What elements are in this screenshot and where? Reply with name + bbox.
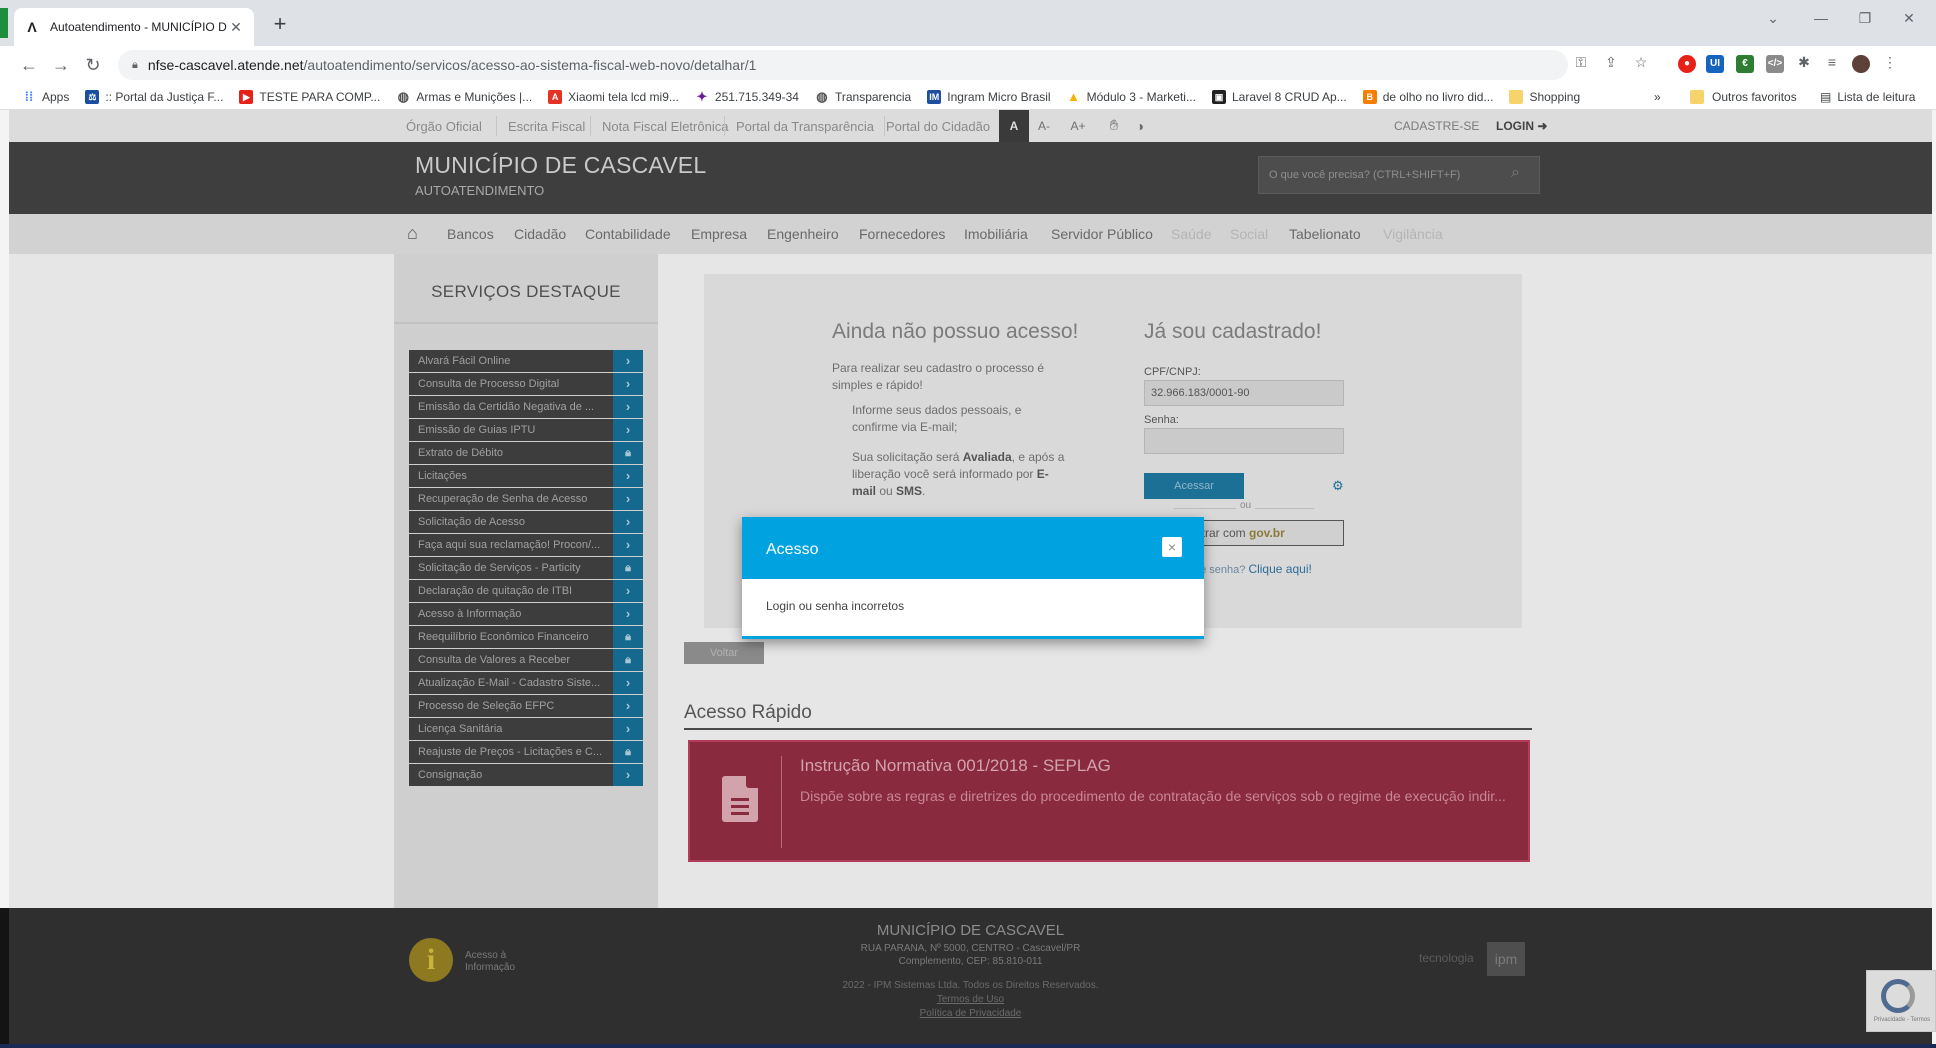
other-favorites-folder[interactable]: Outros favoritos — [1690, 84, 1797, 110]
lock-icon: 🔒︎ — [132, 58, 138, 71]
close-window-button[interactable]: ✕ — [1894, 10, 1924, 27]
profile-avatar[interactable] — [1852, 55, 1870, 73]
bookmark-label: :: Portal da Justiça F... — [105, 89, 224, 104]
browser-tab-active[interactable]: Λ Autoatendimento - MUNICÍPIO D ✕ — [14, 8, 254, 46]
bookmark-item[interactable]: ▲ Módulo 3 - Marketi... — [1067, 88, 1196, 104]
tab-close-icon[interactable]: ✕ — [228, 19, 244, 36]
bookmarks-bar: ⁞⁞ Apps ⚖:: Portal da Justiça F... ▶ TESTE… — [0, 84, 1936, 110]
tab-search-icon[interactable]: ⌄ — [1758, 10, 1788, 27]
star-bookmark-icon[interactable]: ☆ — [1631, 54, 1651, 71]
globe-icon: ◍ — [816, 88, 828, 104]
share-icon[interactable]: ⇪ — [1601, 54, 1621, 71]
reading-list-label: Lista de leitura — [1837, 90, 1916, 104]
bookmark-label: Armas e Munições |... — [416, 89, 533, 104]
extension-green-icon[interactable]: € — [1736, 55, 1754, 73]
youtube-icon: ▶ — [239, 89, 254, 104]
extensions-puzzle-icon[interactable]: ✱ — [1794, 54, 1814, 71]
minimize-button[interactable]: — — [1806, 10, 1836, 26]
folder-icon — [1509, 89, 1524, 104]
forward-arrow-icon[interactable]: → — [50, 54, 72, 76]
bookmark-label: Ingram Micro Brasil — [947, 89, 1051, 104]
bookmark-label: de olho no livro did... — [1382, 89, 1494, 104]
bookmark-apps[interactable]: ⁞⁞ Apps — [22, 88, 70, 104]
bookmark-item[interactable]: ✦ 251.715.349-34 — [695, 88, 799, 104]
modal-header: Acesso × — [742, 517, 1204, 579]
aliexpress-icon: A — [548, 89, 563, 104]
bookmark-label: Transparencia — [834, 89, 912, 104]
bookmark-item[interactable]: A Xiaomi tela lcd mi9... — [548, 89, 679, 104]
reading-list-button[interactable]: ▤ Lista de leitura — [1820, 84, 1915, 110]
bookmark-label: Xiaomi tela lcd mi9... — [568, 89, 679, 104]
page-viewport: Órgão Oficial Escrita Fiscal Nota Fiscal… — [0, 110, 1936, 1048]
extension-ui-icon[interactable]: UI — [1706, 55, 1724, 73]
taskbar-edge — [0, 1044, 1936, 1048]
bookmark-label: 251.715.349-34 — [714, 89, 799, 104]
bookmark-item[interactable]: Shopping — [1509, 89, 1581, 104]
bookmark-item[interactable]: IM Ingram Micro Brasil — [927, 89, 1051, 104]
url-path: /autoatendimento/servicos/acesso-ao-sist… — [303, 57, 757, 73]
globe-icon: ◍ — [397, 88, 410, 104]
tab-strip: Λ Autoatendimento - MUNICÍPIO D ✕ + ⌄ — … — [0, 0, 1936, 46]
restore-button[interactable]: ❐ — [1850, 10, 1880, 27]
menu-dots-icon[interactable]: ⋮ — [1880, 54, 1900, 71]
bookmark-label: Laravel 8 CRUD Ap... — [1231, 89, 1347, 104]
reading-list-icon: ▤ — [1820, 90, 1832, 104]
bookmark-label: TESTE PARA COMP... — [259, 89, 381, 104]
bookmark-item[interactable]: ▶ TESTE PARA COMP... — [239, 89, 381, 104]
bookmark-item[interactable]: ▣ Laravel 8 CRUD Ap... — [1211, 89, 1347, 104]
new-tab-button[interactable]: + — [268, 12, 292, 36]
back-arrow-icon[interactable]: ← — [18, 54, 40, 76]
folder-icon — [1690, 90, 1704, 104]
blogger-icon: B — [1362, 89, 1377, 104]
bookmarks-more-label: » — [1654, 90, 1661, 104]
modal-message: Login ou senha incorretos — [766, 599, 905, 613]
other-favorites-label: Outros favoritos — [1712, 90, 1797, 104]
tab-group-marker — [0, 8, 8, 38]
ingram-icon: IM — [927, 89, 942, 104]
tab-title: Autoatendimento - MUNICÍPIO D — [50, 20, 227, 34]
site-favicon-icon: Λ — [27, 19, 37, 35]
apps-grid-icon: ⁞⁞ — [24, 88, 34, 104]
bookmark-label: Apps — [42, 89, 70, 104]
address-row: ← → ↻ 🔒︎ nfse-cascavel.atende.net /autoa… — [0, 46, 1936, 84]
extension-red-icon[interactable]: ● — [1678, 55, 1696, 73]
bookmarks-more-button[interactable]: » — [1654, 84, 1661, 110]
bookmark-item[interactable]: Bde olho no livro did... — [1362, 89, 1494, 104]
browser-chrome: Λ Autoatendimento - MUNICÍPIO D ✕ + ⌄ — … — [0, 0, 1936, 110]
bookmark-label: Módulo 3 - Marketi... — [1086, 89, 1196, 104]
bookmark-item[interactable]: ◍ Armas e Munições |... — [396, 88, 533, 104]
drive-icon: ▲ — [1067, 88, 1081, 104]
modal-title: Acesso — [766, 541, 819, 558]
laravel-icon: ▣ — [1211, 89, 1226, 104]
bookmark-item[interactable]: ◍ Transparencia — [815, 88, 912, 104]
figure-icon: ✦ — [696, 88, 708, 104]
key-icon[interactable]: ⚿ — [1571, 54, 1591, 71]
bookmark-item[interactable]: ⚖:: Portal da Justiça F... — [85, 89, 224, 104]
reading-list-icon[interactable]: ≡ — [1822, 54, 1842, 70]
extension-code-icon[interactable]: </> — [1766, 55, 1784, 73]
reload-icon[interactable]: ↻ — [82, 54, 104, 76]
close-icon[interactable]: × — [1162, 537, 1182, 557]
bookmark-label: Shopping — [1529, 89, 1581, 104]
address-bar[interactable]: 🔒︎ nfse-cascavel.atende.net /autoatendim… — [118, 50, 1568, 80]
justice-icon: ⚖ — [85, 89, 100, 104]
url-host: nfse-cascavel.atende.net — [147, 57, 304, 73]
access-modal: Acesso × Login ou senha incorretos — [742, 517, 1204, 639]
